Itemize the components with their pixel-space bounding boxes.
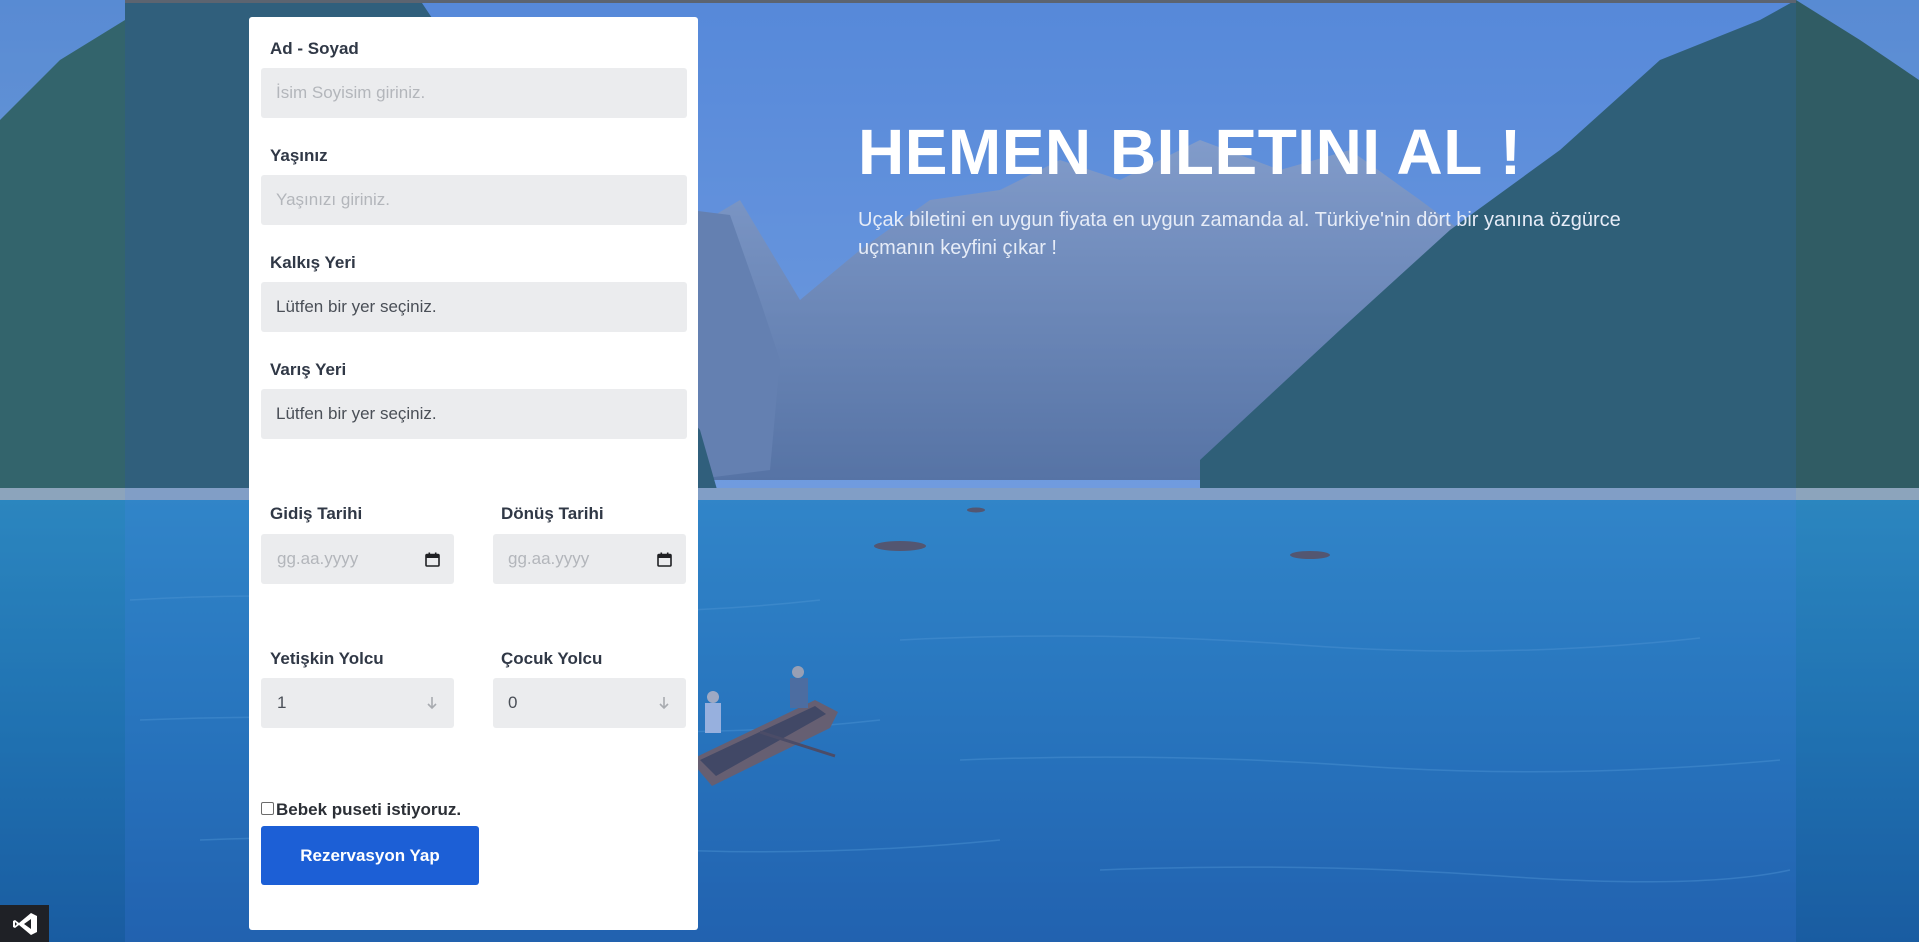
hero-description: Uçak biletini en uygun fiyata en uygun z…	[858, 209, 1621, 259]
arrival-value: Lütfen bir yer seçiniz.	[276, 404, 437, 423]
calendar-icon[interactable]	[656, 551, 672, 567]
name-input[interactable]: İsim Soyisim giriniz.	[261, 68, 687, 118]
reservation-form: Ad - Soyad İsim Soyisim giriniz. Yaşınız…	[249, 17, 698, 930]
stroller-option[interactable]: Bebek puseti istiyoruz.	[261, 796, 461, 820]
departure-select[interactable]: Lütfen bir yer seçiniz.	[261, 282, 687, 332]
arrival-label: Varış Yeri	[270, 360, 347, 379]
child-select[interactable]: 0	[493, 678, 686, 728]
return-date-input[interactable]: gg.aa.yyyy	[493, 534, 686, 584]
departure-label: Kalkış Yeri	[270, 253, 356, 272]
arrow-down-icon	[656, 695, 672, 711]
hero-section: HEMEN BILETINI AL ! Uçak biletini en uyg…	[858, 112, 1658, 262]
name-placeholder: İsim Soyisim giriniz.	[276, 83, 426, 102]
child-value: 0	[508, 693, 518, 712]
adult-value: 1	[277, 693, 287, 712]
departure-value: Lütfen bir yer seçiniz.	[276, 297, 437, 316]
adult-label: Yetişkin Yolcu	[270, 649, 384, 668]
reservation-button[interactable]: Rezervasyon Yap	[261, 826, 479, 885]
age-placeholder: Yaşınızı giriniz.	[276, 190, 391, 209]
stroller-checkbox[interactable]	[261, 801, 274, 815]
child-label: Çocuk Yolcu	[501, 649, 603, 668]
side-overlay-left	[0, 0, 125, 942]
arrival-select[interactable]: Lütfen bir yer seçiniz.	[261, 389, 687, 439]
age-input[interactable]: Yaşınızı giriniz.	[261, 175, 687, 225]
stroller-label[interactable]: Bebek puseti istiyoruz.	[276, 800, 461, 820]
arrow-down-icon	[424, 695, 440, 711]
return-date-label: Dönüş Tarihi	[501, 504, 604, 523]
side-overlay-right	[1796, 0, 1919, 942]
return-date-placeholder: gg.aa.yyyy	[508, 549, 590, 568]
departure-date-input[interactable]: gg.aa.yyyy	[261, 534, 454, 584]
adult-select[interactable]: 1	[261, 678, 454, 728]
departure-date-placeholder: gg.aa.yyyy	[277, 549, 359, 568]
visual-studio-icon[interactable]	[0, 905, 49, 942]
name-label: Ad - Soyad	[270, 39, 359, 58]
age-label: Yaşınız	[270, 146, 328, 165]
calendar-icon[interactable]	[424, 551, 440, 567]
departure-date-label: Gidiş Tarihi	[270, 504, 363, 523]
hero-title: HEMEN BILETINI AL !	[858, 116, 1522, 188]
